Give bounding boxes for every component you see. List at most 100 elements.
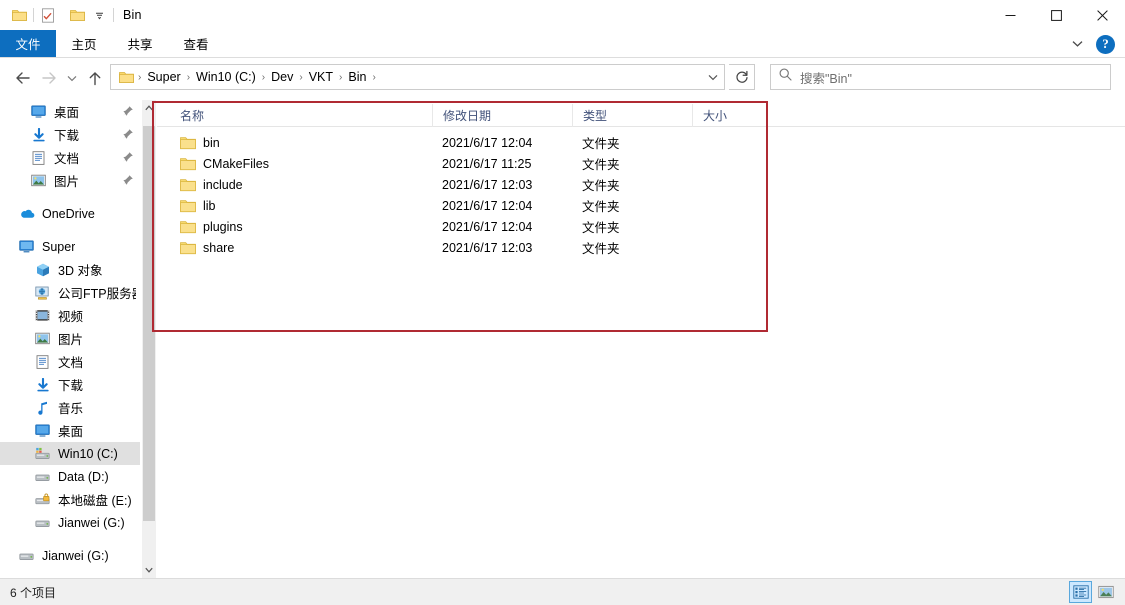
search-box[interactable]: 搜索"Bin" bbox=[770, 64, 1111, 90]
sidebar-item-pictures[interactable]: 图片 bbox=[0, 327, 140, 350]
maximize-button[interactable] bbox=[1033, 0, 1079, 30]
file-date-cell: 2021/6/17 12:04 bbox=[442, 219, 533, 234]
column-header-type-label: 类型 bbox=[583, 108, 608, 123]
sidebar-item-label: Jianwei (G:) bbox=[58, 515, 125, 530]
folder-icon bbox=[180, 178, 196, 192]
table-row[interactable]: lib 2021/6/17 12:04 文件夹 bbox=[157, 195, 1125, 216]
scroll-down-arrow-icon[interactable] bbox=[142, 562, 156, 578]
table-row[interactable]: plugins 2021/6/17 12:04 文件夹 bbox=[157, 216, 1125, 237]
file-name-cell: include bbox=[157, 174, 432, 195]
sidebar-item-super[interactable]: Super bbox=[0, 235, 140, 258]
drive-icon bbox=[34, 514, 51, 531]
tab-view-label: 查看 bbox=[183, 38, 209, 52]
close-button[interactable] bbox=[1079, 0, 1125, 30]
sidebar-item-pictures-quick[interactable]: 图片 bbox=[0, 169, 140, 192]
sidebar-item-downloads[interactable]: 下载 bbox=[0, 373, 140, 396]
address-dropdown-chevron-down-icon[interactable] bbox=[702, 65, 724, 89]
sidebar-scrollbar-thumb[interactable] bbox=[143, 126, 155, 521]
breadcrumb-item-win10-c[interactable]: Win10 (C:) bbox=[191, 68, 261, 86]
window-title: Bin bbox=[123, 8, 142, 22]
sidebar-item-documents[interactable]: 文档 bbox=[0, 350, 140, 373]
table-row[interactable]: share 2021/6/17 12:03 文件夹 bbox=[157, 237, 1125, 258]
new-folder-icon[interactable] bbox=[66, 4, 88, 26]
pin-icon[interactable] bbox=[122, 151, 134, 163]
chevron-down-icon[interactable] bbox=[88, 4, 110, 26]
sidebar-item-label: 图片 bbox=[58, 333, 84, 347]
back-button[interactable] bbox=[10, 65, 36, 91]
breadcrumb-item-bin[interactable]: Bin bbox=[343, 68, 371, 86]
sidebar-item-jianwei-g[interactable]: Jianwei (G:) bbox=[0, 511, 140, 534]
file-date-cell: 2021/6/17 12:03 bbox=[442, 240, 533, 255]
breadcrumb: › Super › Win10 (C:) › Dev › VKT › Bin › bbox=[115, 68, 702, 86]
column-header-type[interactable]: 类型 bbox=[572, 103, 692, 127]
search-input[interactable]: 搜索"Bin" bbox=[800, 68, 852, 87]
breadcrumb-folder-icon bbox=[115, 71, 137, 84]
tab-home-label: 主页 bbox=[71, 38, 97, 52]
help-label: ? bbox=[1102, 36, 1109, 51]
breadcrumb-item-vkt[interactable]: VKT bbox=[304, 68, 338, 86]
pin-icon[interactable] bbox=[122, 128, 134, 140]
table-row[interactable]: include 2021/6/17 12:03 文件夹 bbox=[157, 174, 1125, 195]
folder-icon bbox=[180, 136, 196, 150]
file-size-cell bbox=[692, 195, 772, 216]
large-icons-view-button[interactable] bbox=[1094, 581, 1117, 603]
documents-icon bbox=[30, 149, 47, 166]
sidebar-item-label: Data (D:) bbox=[58, 469, 109, 484]
minimize-button[interactable] bbox=[987, 0, 1033, 30]
sidebar-item-data-d[interactable]: Data (D:) bbox=[0, 465, 140, 488]
sidebar-item-company-ftp-server[interactable]: 公司FTP服务器 bbox=[0, 281, 140, 304]
file-type-cell: 文件夹 bbox=[582, 179, 620, 193]
column-header-date-modified[interactable]: 修改日期 bbox=[432, 103, 572, 127]
recent-locations-chevron-down-icon[interactable] bbox=[62, 65, 82, 91]
up-button[interactable] bbox=[82, 65, 108, 91]
sidebar-item-desktop-quick[interactable]: 桌面 bbox=[0, 100, 140, 123]
sidebar-item-onedrive[interactable]: OneDrive bbox=[0, 202, 140, 225]
sidebar-item-jianwei-g-network[interactable]: Jianwei (G:) bbox=[0, 544, 140, 567]
file-explorer-window: Bin 文件 主页 共享 查看 ? › Super › Win10 (C:) ›… bbox=[0, 0, 1125, 605]
sidebar-item-label: 下载 bbox=[58, 379, 84, 393]
sidebar-item-videos[interactable]: 视频 bbox=[0, 304, 140, 327]
forward-button[interactable] bbox=[36, 65, 62, 91]
sidebar-scrollbar[interactable] bbox=[142, 100, 156, 578]
file-type-cell: 文件夹 bbox=[582, 137, 620, 151]
sidebar-item-local-disk-e[interactable]: 本地磁盘 (E:) bbox=[0, 488, 140, 511]
sidebar-item-documents-quick[interactable]: 文档 bbox=[0, 146, 140, 169]
sidebar-item-3d-objects[interactable]: 3D 对象 bbox=[0, 258, 140, 281]
tab-file[interactable]: 文件 bbox=[0, 30, 56, 57]
tab-home[interactable]: 主页 bbox=[56, 30, 112, 57]
file-list-pane: 名称 修改日期 类型 大小 bin 2021/6/17 12:04 文件夹 CM… bbox=[157, 100, 1125, 578]
sidebar-item-label: 3D 对象 bbox=[58, 264, 103, 278]
refresh-button[interactable] bbox=[729, 64, 755, 90]
scroll-up-arrow-icon[interactable] bbox=[142, 100, 156, 116]
sidebar-item-desktop[interactable]: 桌面 bbox=[0, 419, 140, 442]
column-header-name[interactable]: 名称 bbox=[157, 104, 432, 127]
table-row[interactable]: CMakeFiles 2021/6/17 11:25 文件夹 bbox=[157, 153, 1125, 174]
tab-share[interactable]: 共享 bbox=[112, 30, 168, 57]
address-bar[interactable]: › Super › Win10 (C:) › Dev › VKT › Bin › bbox=[110, 64, 725, 90]
pin-icon[interactable] bbox=[122, 105, 134, 117]
file-name-label: bin bbox=[203, 135, 220, 150]
qat-separator-1 bbox=[33, 8, 34, 22]
properties-icon[interactable] bbox=[37, 4, 59, 26]
ribbon-right-controls: ? bbox=[1066, 30, 1121, 58]
sidebar-item-win10-c[interactable]: Win10 (C:) bbox=[0, 442, 140, 465]
tab-view[interactable]: 查看 bbox=[168, 30, 224, 57]
3d-objects-icon bbox=[34, 261, 51, 278]
expand-ribbon-chevron-down-icon[interactable] bbox=[1066, 33, 1088, 55]
table-row[interactable]: bin 2021/6/17 12:04 文件夹 bbox=[157, 132, 1125, 153]
breadcrumb-item-super[interactable]: Super bbox=[142, 68, 185, 86]
item-count-label: 6 个项目 bbox=[10, 585, 57, 600]
help-button[interactable]: ? bbox=[1096, 34, 1115, 54]
pin-icon[interactable] bbox=[122, 174, 134, 186]
breadcrumb-item-dev[interactable]: Dev bbox=[266, 68, 298, 86]
details-view-button[interactable] bbox=[1069, 581, 1092, 603]
file-name-label: CMakeFiles bbox=[203, 156, 269, 171]
qat-separator-3 bbox=[113, 8, 114, 22]
sidebar-item-music[interactable]: 音乐 bbox=[0, 396, 140, 419]
desktop-icon bbox=[30, 103, 47, 120]
sidebar-item-label: OneDrive bbox=[42, 206, 95, 221]
sidebar-item-label: Super bbox=[42, 239, 76, 254]
sidebar-item-downloads-quick[interactable]: 下载 bbox=[0, 123, 140, 146]
folder-icon[interactable] bbox=[8, 4, 30, 26]
column-header-size[interactable]: 大小 bbox=[692, 103, 772, 127]
